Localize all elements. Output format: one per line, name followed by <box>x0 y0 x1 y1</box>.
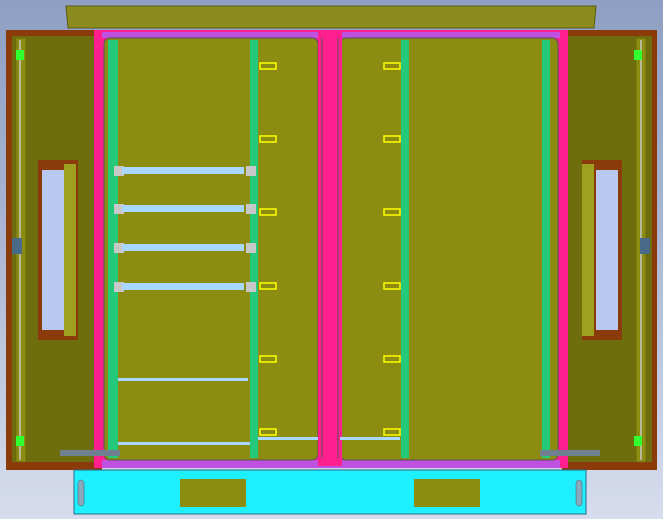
right-hinge-top-icon <box>634 50 642 60</box>
right-crossbar-short <box>340 437 400 440</box>
base-pad-left <box>180 479 246 507</box>
right-compartment <box>339 37 559 461</box>
right-rail-outer <box>542 40 550 458</box>
base-slot-right-icon <box>575 479 583 507</box>
left-crossbar-short <box>258 437 318 440</box>
right-door-stop <box>540 450 600 456</box>
base-slot-left-icon <box>77 479 85 507</box>
base-pad-right <box>414 479 480 507</box>
left-door <box>6 30 102 470</box>
right-rail-inner <box>401 40 409 458</box>
left-door-stop <box>60 450 120 456</box>
left-hinge-bottom-icon <box>16 436 24 446</box>
right-lock-icon <box>640 238 650 254</box>
cabinet-roof <box>65 5 597 29</box>
cabinet-diagram <box>6 5 657 515</box>
right-hinge-bottom-icon <box>634 436 642 446</box>
right-door <box>562 30 657 470</box>
left-crossbar-lower <box>118 442 250 445</box>
left-hinge-top-icon <box>16 50 24 60</box>
left-lock-icon <box>12 238 22 254</box>
cabinet-base <box>73 469 587 515</box>
right-door-handle-slot <box>596 170 618 330</box>
left-crossbar-upper <box>118 378 248 381</box>
left-door-handle-slot <box>42 170 64 330</box>
